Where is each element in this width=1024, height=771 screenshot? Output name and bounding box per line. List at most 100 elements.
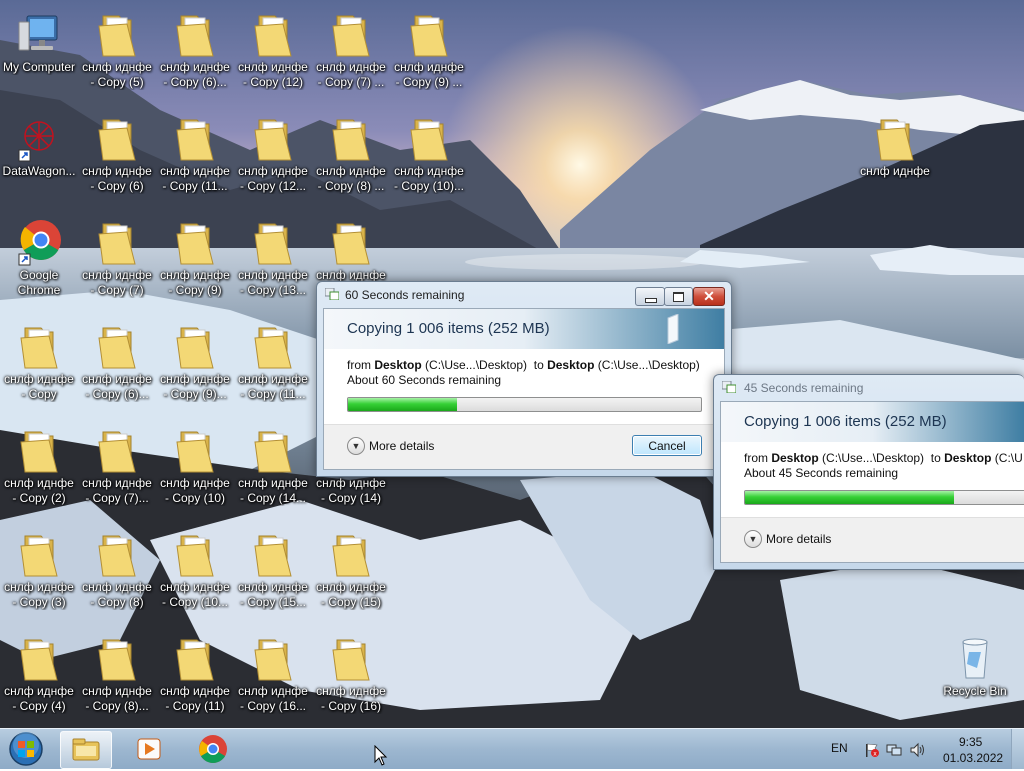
copy-dialog-second-footer: ▼ More details [721, 517, 1024, 562]
desktop-icon-folder[interactable]: снлф иднфе - Copy (8)... [78, 634, 156, 714]
close-button[interactable]: ✕ [693, 287, 725, 306]
more-details-toggle[interactable]: ▼ More details [744, 530, 831, 548]
copy-dialog-second-title: 45 Seconds remaining [744, 381, 864, 395]
desktop-icon-folder[interactable]: снлф иднфе - Copy (10) [156, 426, 234, 506]
desktop-icon-label: снлф иднфе - Copy (9) ... [394, 60, 464, 89]
maximize-icon [673, 292, 684, 302]
folder-icon [327, 218, 375, 266]
taskbar-explorer-button[interactable] [60, 731, 112, 769]
language-indicator[interactable]: EN [831, 741, 848, 755]
desktop-icon-folder[interactable]: снлф иднфе - Copy (7) [78, 218, 156, 298]
desktop-icon-folder[interactable]: снлф иднфе - Copy (9) ... [390, 10, 468, 90]
copy-heading: Copying 1 006 items (252 MB) [347, 320, 550, 337]
copy-dialog-second-body: Copying 1 006 items (252 MB) from Deskto… [720, 401, 1024, 563]
desktop-icon-label: снлф иднфе - Copy (7)... [82, 476, 152, 505]
desktop-icon-folder[interactable]: снлф иднфе - Copy (15) [312, 530, 390, 610]
folder-icon [93, 114, 141, 162]
desktop-icon-folder[interactable]: снлф иднфе - Copy (6) [78, 114, 156, 194]
show-desktop-button[interactable] [1011, 729, 1024, 769]
desktop-icon-label: снлф иднфе - Copy (8)... [82, 684, 152, 713]
desktop-icon-folder[interactable]: снлф иднфе [856, 114, 934, 179]
desktop-icon-folder[interactable]: снлф иднфе - Copy (10)... [390, 114, 468, 194]
minimize-button[interactable] [635, 287, 665, 306]
desktop-icon-folder[interactable]: снлф иднфе [312, 218, 390, 283]
folder-icon [249, 218, 297, 266]
source-link[interactable]: Desktop [771, 451, 818, 465]
desktop-icon-chrome[interactable]: Google Chrome [0, 218, 78, 298]
app-icon [15, 114, 63, 162]
desktop-icon-label: снлф иднфе - Copy (15... [238, 580, 308, 609]
desktop-icon-label: снлф иднфе - Copy (6) [82, 164, 152, 193]
more-details-toggle[interactable]: ▼ More details [347, 437, 434, 455]
desktop-icon-app[interactable]: DataWagon... [0, 114, 78, 179]
desktop-icon-folder[interactable]: снлф иднфе - Copy (13... [234, 218, 312, 298]
desktop-icon-label: снлф иднфе - Copy (10) [160, 476, 230, 505]
start-button[interactable] [6, 731, 46, 767]
maximize-button[interactable] [664, 287, 693, 306]
desktop-icon-computer[interactable]: My Computer [0, 10, 78, 75]
desktop-icon-folder[interactable]: снлф иднфе - Copy (11) [156, 634, 234, 714]
desktop-icon-folder[interactable]: снлф иднфе - Copy (6)... [78, 322, 156, 402]
desktop-icon-folder[interactable]: снлф иднфе - Copy (9) [156, 218, 234, 298]
desktop-icon-folder[interactable]: снлф иднфе - Copy (11... [156, 114, 234, 194]
volume-icon[interactable] [909, 742, 927, 758]
desktop-icon-folder[interactable]: снлф иднфе - Copy (12) [234, 10, 312, 90]
desktop-icon-folder[interactable]: снлф иднфе - Copy (8) ... [312, 114, 390, 194]
action-center-flag-icon[interactable]: x [864, 742, 880, 758]
chevron-down-icon: ▼ [744, 530, 762, 548]
desktop-icon-recycle[interactable]: Recycle Bin [936, 634, 1014, 699]
folder-icon [327, 530, 375, 578]
folder-icon [249, 322, 297, 370]
clock-time[interactable]: 9:35 [959, 735, 982, 749]
copy-progress-bar [744, 490, 1024, 505]
desktop-icon-label: снлф иднфе - Copy (11... [160, 164, 230, 193]
copy-progress-fill [348, 398, 458, 411]
copy-dialog-main-titlebar[interactable]: 60 Seconds remaining ✕ [317, 282, 731, 308]
taskbar-chrome-button[interactable] [188, 731, 238, 767]
desktop-icon-label: снлф иднфе - Copy (4) [4, 684, 74, 713]
desktop-icon-label: снлф иднфе - Copy (6)... [82, 372, 152, 401]
copy-progress-fill [745, 491, 954, 504]
recycle-icon [951, 634, 999, 682]
desktop-icon-folder[interactable]: снлф иднфе - Copy (7) ... [312, 10, 390, 90]
mouse-cursor-icon [374, 745, 388, 766]
desktop-icon-folder[interactable]: снлф иднфе - Copy (6)... [156, 10, 234, 90]
source-link[interactable]: Desktop [374, 358, 421, 372]
desktop-icon-folder[interactable]: снлф иднфе - Copy (2) [0, 426, 78, 506]
desktop-icon-folder[interactable]: снлф иднфе - Copy (12... [234, 114, 312, 194]
desktop-icon-folder[interactable]: снлф иднфе - Copy (16) [312, 634, 390, 714]
desktop-icon-folder[interactable]: снлф иднфе - Copy (8) [78, 530, 156, 610]
svg-text:x: x [873, 751, 877, 758]
copy-dialog-second-titlebar[interactable]: 45 Seconds remaining [714, 375, 1024, 401]
desktop-icon-label: снлф иднфе - Copy (9) [160, 268, 230, 297]
chevron-down-icon: ▼ [347, 437, 365, 455]
desktop-icon-folder[interactable]: снлф иднфе - Copy (3) [0, 530, 78, 610]
folder-icon [249, 530, 297, 578]
folder-icon [171, 530, 219, 578]
copy-heading: Copying 1 006 items (252 MB) [744, 413, 947, 430]
desktop-icon-folder[interactable]: снлф иднфе - Copy (11... [234, 322, 312, 402]
desktop-icon-folder[interactable]: снлф иднфе - Copy (9)... [156, 322, 234, 402]
desktop-icon-folder[interactable]: снлф иднфе - Copy (7)... [78, 426, 156, 506]
destination-link[interactable]: Desktop [547, 358, 594, 372]
clock-date[interactable]: 01.03.2022 [943, 751, 1003, 765]
desktop-icon-folder[interactable]: снлф иднфе - Copy (10... [156, 530, 234, 610]
desktop-icon-folder[interactable]: снлф иднфе - Copy [0, 322, 78, 402]
network-icon[interactable] [886, 742, 902, 758]
desktop-icon-label: снлф иднфе - Copy (9)... [160, 372, 230, 401]
copy-dialog-second[interactable]: 45 Seconds remaining Copying 1 006 items… [713, 374, 1024, 570]
desktop-icon-label: снлф иднфе - Copy (15) [316, 580, 386, 609]
copy-dialog-main[interactable]: 60 Seconds remaining ✕ Copying 1 006 ite… [316, 281, 732, 477]
cancel-button[interactable]: Cancel [632, 435, 702, 456]
close-icon: ✕ [703, 288, 715, 304]
desktop-icon-folder[interactable]: снлф иднфе - Copy (15... [234, 530, 312, 610]
taskbar-media-player-button[interactable] [124, 731, 174, 767]
desktop-icon-folder[interactable]: снлф иднфе - Copy (14... [234, 426, 312, 506]
desktop-icon-folder[interactable]: снлф иднфе - Copy (16... [234, 634, 312, 714]
desktop-icon-label: снлф иднфе - Copy (5) [82, 60, 152, 89]
destination-link[interactable]: Desktop [944, 451, 991, 465]
desktop-icon-folder[interactable]: снлф иднфе - Copy (4) [0, 634, 78, 714]
desktop-icon-folder[interactable]: снлф иднфе - Copy (5) [78, 10, 156, 90]
desktop-icon-label: снлф иднфе - Copy (8) [82, 580, 152, 609]
more-details-label: More details [369, 439, 435, 453]
